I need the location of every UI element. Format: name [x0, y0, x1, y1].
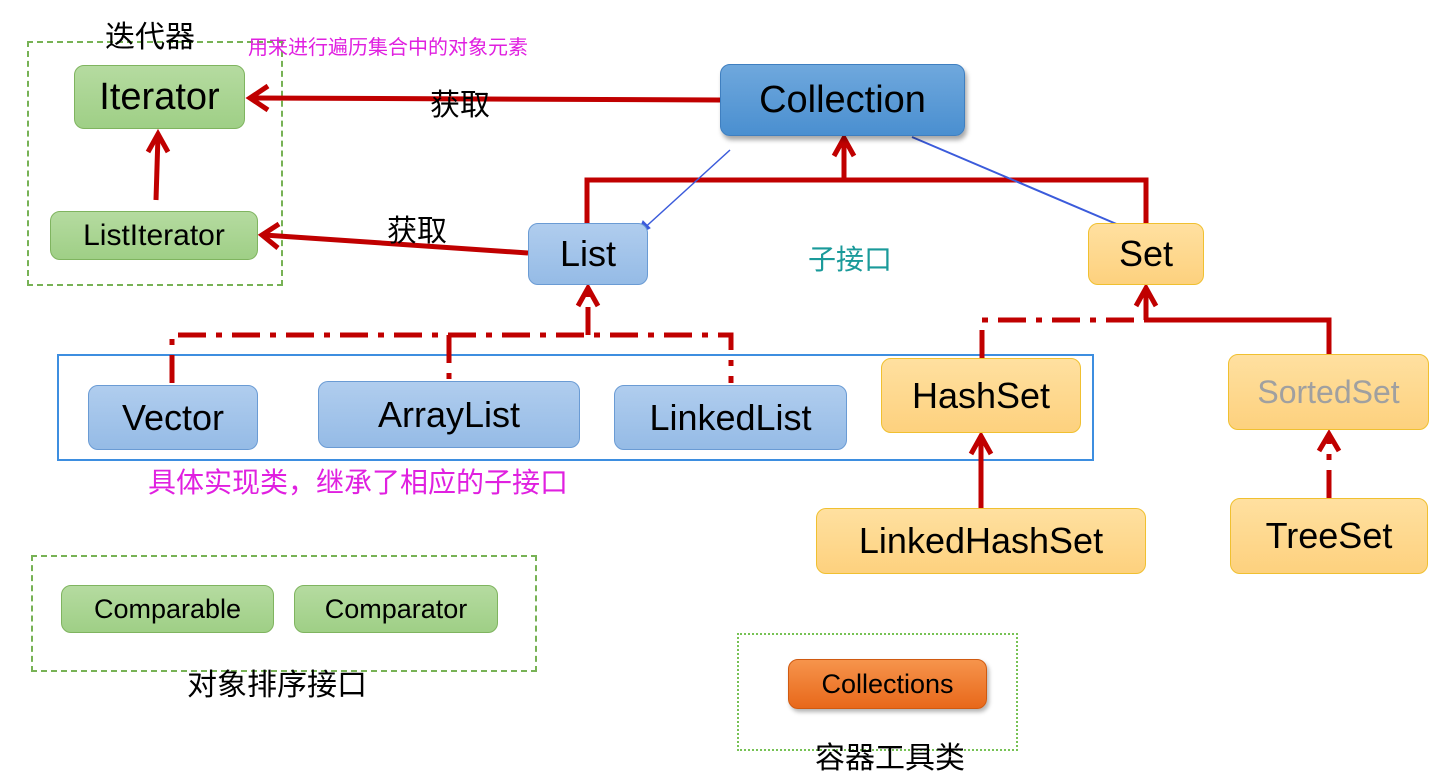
sortedset-node[interactable]: SortedSet — [1228, 354, 1429, 430]
list-node[interactable]: List — [528, 223, 648, 285]
collection-list-pointer — [639, 149, 731, 233]
iterator-description: 用来进行遍历集合中的对象元素 — [248, 37, 528, 59]
collection-set-pointer — [911, 136, 1141, 235]
iterator-group-label: 迭代器 — [105, 20, 195, 55]
listiterator-node[interactable]: ListIterator — [50, 211, 258, 260]
comparable-node[interactable]: Comparable — [61, 585, 274, 633]
treeset-node[interactable]: TreeSet — [1230, 498, 1428, 574]
implementation-description: 具体实现类，继承了相应的子接口 — [148, 467, 569, 498]
arraylist-node[interactable]: ArrayList — [318, 381, 580, 448]
sort-interfaces-label: 对象排序接口 — [187, 668, 367, 703]
linkedlist-node[interactable]: LinkedList — [614, 385, 847, 450]
container-utils-label: 容器工具类 — [815, 741, 965, 776]
linkedhashset-node[interactable]: LinkedHashSet — [816, 508, 1146, 574]
sortedset-branch — [1146, 317, 1332, 354]
set-node[interactable]: Set — [1088, 223, 1204, 285]
listiterator-to-iterator-line — [153, 134, 161, 201]
collection-node[interactable]: Collection — [720, 64, 965, 136]
hashset-branch — [979, 317, 1146, 358]
iterator-node[interactable]: Iterator — [74, 65, 245, 129]
comparator-node[interactable]: Comparator — [294, 585, 498, 633]
vector-node[interactable]: Vector — [88, 385, 258, 450]
obtain-label-collection: 获取 — [430, 88, 490, 123]
collections-node[interactable]: Collections — [788, 659, 987, 709]
obtain-label-list: 获取 — [387, 214, 447, 249]
hashset-node[interactable]: HashSet — [881, 358, 1081, 433]
sub-interface-label: 子接口 — [808, 244, 893, 275]
